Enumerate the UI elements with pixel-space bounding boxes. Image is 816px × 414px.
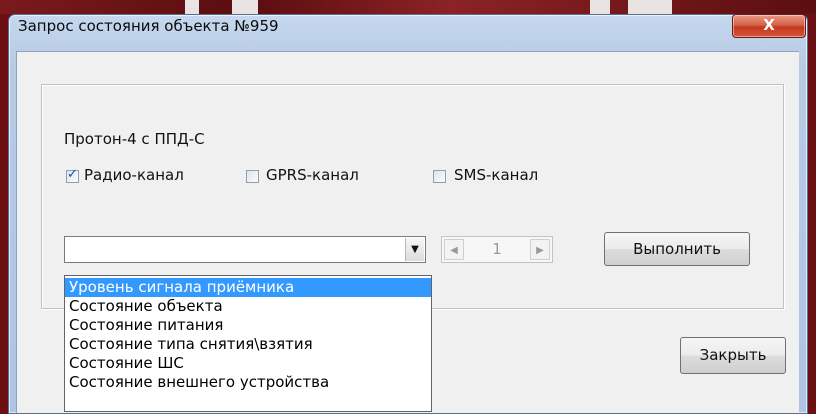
gprs-channel-checkbox[interactable] xyxy=(246,170,259,183)
dropdown-option[interactable]: Состояние типа снятия\взятия xyxy=(65,335,431,354)
execute-button[interactable]: Выполнить xyxy=(604,232,750,266)
radio-channel-label: Радио-канал xyxy=(84,166,184,184)
dropdown-option[interactable]: Состояние внешнего устройства xyxy=(65,373,431,392)
dropdown-option[interactable]: Уровень сигнала приёмника xyxy=(65,278,431,297)
dropdown-option[interactable]: Состояние питания xyxy=(65,316,431,335)
chevron-down-icon[interactable]: ▼ xyxy=(405,238,424,261)
chevron-left-icon[interactable]: ◀ xyxy=(444,239,464,260)
dialog-title: Запрос состояния объекта №959 xyxy=(18,17,279,35)
background-app-strip xyxy=(0,0,816,14)
close-button[interactable]: Закрыть xyxy=(680,337,786,374)
page-stepper: ◀ 1 ▶ xyxy=(441,236,553,263)
command-combobox[interactable]: ▼ xyxy=(64,236,426,263)
background-gap xyxy=(590,0,610,14)
window-close-button[interactable]: X xyxy=(732,14,806,38)
page-value: 1 xyxy=(492,240,502,258)
close-icon: X xyxy=(763,16,775,34)
dropdown-option[interactable]: Состояние ШС xyxy=(65,354,431,373)
command-dropdown-list: Уровень сигнала приёмника Состояние объе… xyxy=(64,275,432,412)
sms-channel-checkbox[interactable] xyxy=(433,170,446,183)
radio-channel-checkbox[interactable] xyxy=(66,167,79,183)
background-gap xyxy=(628,0,672,14)
background-gap xyxy=(232,0,258,14)
dropdown-option[interactable]: Состояние объекта xyxy=(65,297,431,316)
background-gap xyxy=(185,0,199,14)
chevron-right-icon[interactable]: ▶ xyxy=(530,239,550,260)
sms-channel-label: SMS-канал xyxy=(454,166,539,184)
gprs-channel-label: GPRS-канал xyxy=(266,166,359,184)
device-label: Протон-4 с ППД-С xyxy=(64,130,205,148)
